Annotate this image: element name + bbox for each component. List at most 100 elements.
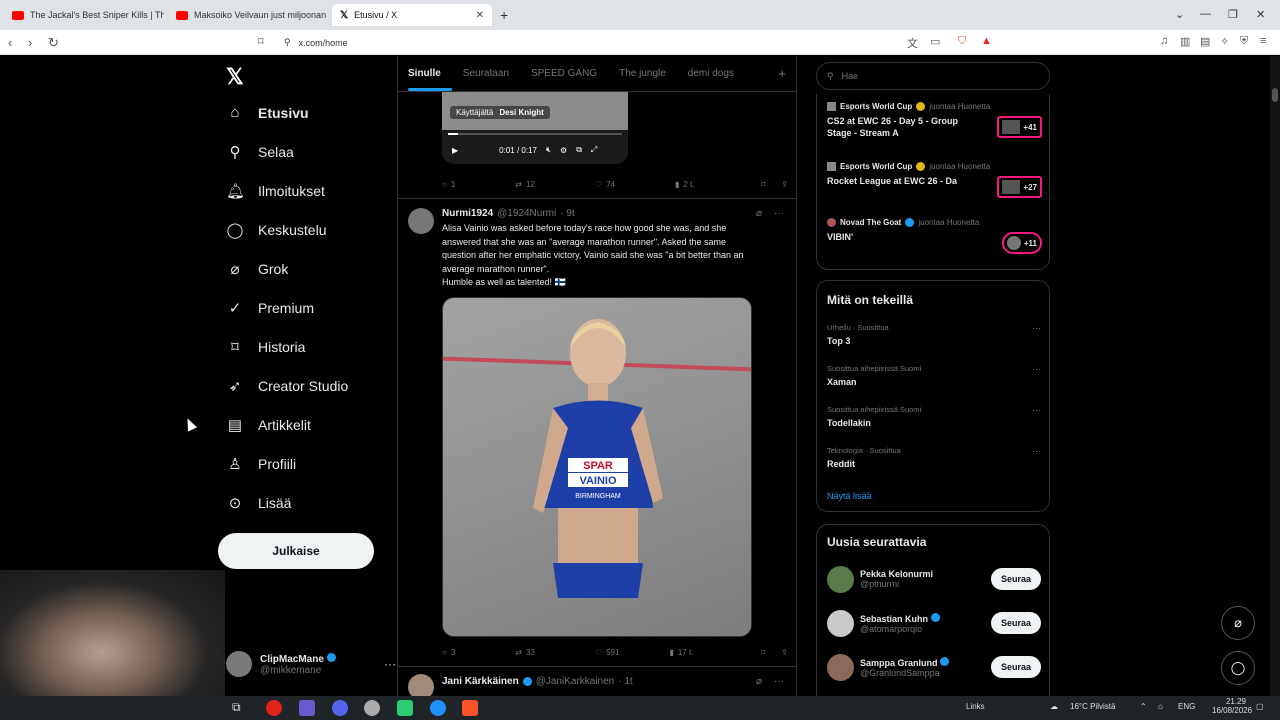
repost-button[interactable]: ⇄ 12	[515, 180, 535, 189]
restore-icon[interactable]: ❐	[1228, 8, 1238, 21]
post-handle[interactable]: @1924Nurmi	[497, 208, 556, 219]
share-icon[interactable]: ⇪	[781, 180, 788, 189]
more-icon[interactable]: ···	[1032, 364, 1041, 374]
sidebar-item-profile[interactable]: ♙ Profiili	[226, 455, 296, 473]
site-info-icon[interactable]: ⚲	[284, 37, 291, 48]
reload-icon[interactable]: ↻	[48, 35, 59, 51]
tray-chevron-icon[interactable]: ⌃	[1140, 702, 1147, 711]
sidebar-item-creator-studio[interactable]: ➶ Creator Studio	[226, 377, 349, 395]
like-button[interactable]: ♡ 591	[595, 648, 620, 657]
like-button[interactable]: ♡ 74	[595, 180, 615, 189]
messages-float-button[interactable]: ◯	[1221, 651, 1255, 685]
sidebar-item-bookmarks[interactable]: ⌑ Historia	[226, 338, 305, 356]
app-icon[interactable]	[364, 700, 380, 716]
follow-suggestion[interactable]: Pekka Kelonurmi @ptnurmi Seuraa	[827, 563, 1041, 595]
browser-tab-1[interactable]: The Jackal's Best Sniper Kills | The Day	[4, 4, 164, 26]
minimize-icon[interactable]: —	[1200, 8, 1211, 20]
post-author[interactable]: Nurmi1924	[442, 208, 493, 219]
sidebar-item-home[interactable]: ⌂ Etusivu	[226, 104, 308, 121]
avatar[interactable]	[408, 208, 434, 234]
trend-item[interactable]: Suosittua aihepiirissä Suomi Todellakin …	[827, 405, 1041, 428]
fullscreen-icon[interactable]: ⤢	[591, 145, 597, 155]
edge-icon[interactable]	[430, 700, 446, 716]
play-icon[interactable]: ▶	[452, 146, 458, 155]
app-icon[interactable]	[299, 700, 315, 716]
follow-button[interactable]: Seuraa	[990, 656, 1041, 678]
address-bar[interactable]: ⚲ x.com/home	[284, 34, 904, 51]
trend-item[interactable]: Urheilu · Suosittua Top 3 ···	[827, 323, 1041, 346]
views-button[interactable]: ▮ 2 t.	[675, 180, 695, 189]
more-icon[interactable]: ···	[1032, 405, 1041, 415]
grok-post-icon[interactable]: ⌀	[756, 676, 762, 687]
sidebar-item-grok[interactable]: ⌀ Grok	[226, 260, 288, 278]
avatar[interactable]	[408, 674, 434, 696]
new-tab-button[interactable]: +	[500, 7, 508, 23]
rewards-icon[interactable]: ▲	[981, 35, 992, 47]
brave-icon[interactable]	[462, 700, 478, 716]
app-icon[interactable]	[397, 700, 413, 716]
page-scrollbar[interactable]	[1270, 56, 1280, 696]
mute-icon[interactable]: 🔇︎	[546, 145, 551, 155]
bookmark-page-icon[interactable]: ⌑	[258, 35, 264, 48]
close-tab-icon[interactable]: ✕	[476, 10, 484, 21]
grok-post-icon[interactable]: ⌀	[756, 208, 762, 219]
clock[interactable]: 21.29 16/08/2026	[1212, 697, 1252, 715]
account-switcher[interactable]: ClipMacMane @mikkemane ···	[226, 646, 396, 682]
sidebar-item-more[interactable]: ⊙ Lisää	[226, 494, 292, 512]
wallet-icon[interactable]: ▤	[1200, 35, 1210, 48]
sidebar-item-premium[interactable]: ✓ Premium	[226, 299, 314, 317]
repost-button[interactable]: ⇄ 33	[515, 648, 535, 657]
tab-demi-dogs[interactable]: demi dogs	[688, 68, 734, 79]
sidebar-icon[interactable]: ▥	[1180, 35, 1190, 48]
opera-icon[interactable]	[266, 700, 282, 716]
live-space-item[interactable]: Esports World Cup juontaa Huonetta Rocket…	[827, 162, 1042, 198]
tab-speed-gang[interactable]: SPEED GANG	[531, 68, 597, 79]
views-button[interactable]: ▮ 17 t.	[669, 648, 693, 657]
trend-item[interactable]: Suosittua aihepiirissä Suomi Xaman ···	[827, 364, 1041, 387]
notifications-icon[interactable]: ▢	[1256, 702, 1264, 711]
follow-suggestion[interactable]: Sebastian Kuhn @atomarporqio Seuraa	[827, 607, 1041, 639]
discord-icon[interactable]	[332, 700, 348, 716]
menu-icon[interactable]: ≡	[1260, 35, 1266, 47]
back-icon[interactable]: ‹	[8, 35, 12, 50]
grok-float-button[interactable]: ⌀	[1221, 606, 1255, 640]
live-space-item[interactable]: Esports World Cup juontaa Huonetta CS2 at…	[827, 102, 1042, 139]
follow-button[interactable]: Seuraa	[990, 612, 1041, 634]
music-icon[interactable]: ♫	[1160, 35, 1168, 47]
trend-item[interactable]: Teknologia · Suosittua Reddit ···	[827, 446, 1041, 469]
more-icon[interactable]: ···	[384, 657, 396, 671]
sidebar-item-messages[interactable]: ◯ Keskustelu	[226, 221, 327, 239]
follow-button[interactable]: Seuraa	[990, 568, 1041, 590]
sidebar-item-explore[interactable]: ⚲ Selaa	[226, 143, 294, 161]
translate-icon[interactable]: 文	[907, 35, 918, 51]
bookmark-button[interactable]: ⌑	[761, 648, 765, 657]
live-space-item[interactable]: Novad The Goat juontaa Huonetta VIBIN' +1…	[827, 218, 1042, 254]
more-icon[interactable]: ···	[774, 676, 784, 687]
search-input[interactable]: ⚲ Hae	[816, 62, 1050, 90]
post-time[interactable]: · 9t	[560, 208, 574, 219]
links-toolbar[interactable]: Links	[966, 702, 985, 711]
sidebar-item-notifications[interactable]: 🔔︎ Ilmoitukset	[226, 182, 325, 200]
more-icon[interactable]: ···	[1032, 446, 1041, 456]
post-time[interactable]: · 1t	[618, 676, 632, 687]
show-more-link[interactable]: Näytä lisää	[827, 491, 872, 501]
post-button[interactable]: Julkaise	[218, 533, 374, 569]
browser-tab-3[interactable]: 𝕏 Etusivu / X ✕	[332, 4, 492, 26]
leo-icon[interactable]: ✧	[1220, 35, 1229, 48]
cast-icon[interactable]: ▭	[930, 35, 940, 48]
post-author[interactable]: Jani Kärkkäinen	[442, 676, 519, 687]
pip-icon[interactable]: ⧉	[576, 145, 582, 155]
task-view-icon[interactable]: ⧉	[232, 700, 248, 716]
close-window-icon[interactable]: ✕	[1256, 8, 1265, 21]
post-image[interactable]: SPAR VAINIO BIRMINGHAM	[442, 297, 752, 637]
share-icon[interactable]: ⇪	[781, 648, 788, 657]
settings-icon[interactable]: ⚙	[560, 146, 567, 155]
tab-the-jungle[interactable]: The jungle	[619, 68, 666, 79]
post-handle[interactable]: @JaniKarkkainen	[536, 676, 615, 687]
add-tab-icon[interactable]: +	[778, 66, 786, 81]
video-player[interactable]: Käyttäjältä Desi Knight ▶ 0:01 / 0:17 🔇︎…	[442, 92, 628, 164]
reply-button[interactable]: ○ 1	[442, 180, 455, 189]
browser-tab-2[interactable]: Maksoiko Veilvaun just miljoonan vi	[168, 4, 328, 26]
forward-icon[interactable]: ›	[28, 35, 32, 50]
more-icon[interactable]: ···	[1032, 323, 1041, 333]
